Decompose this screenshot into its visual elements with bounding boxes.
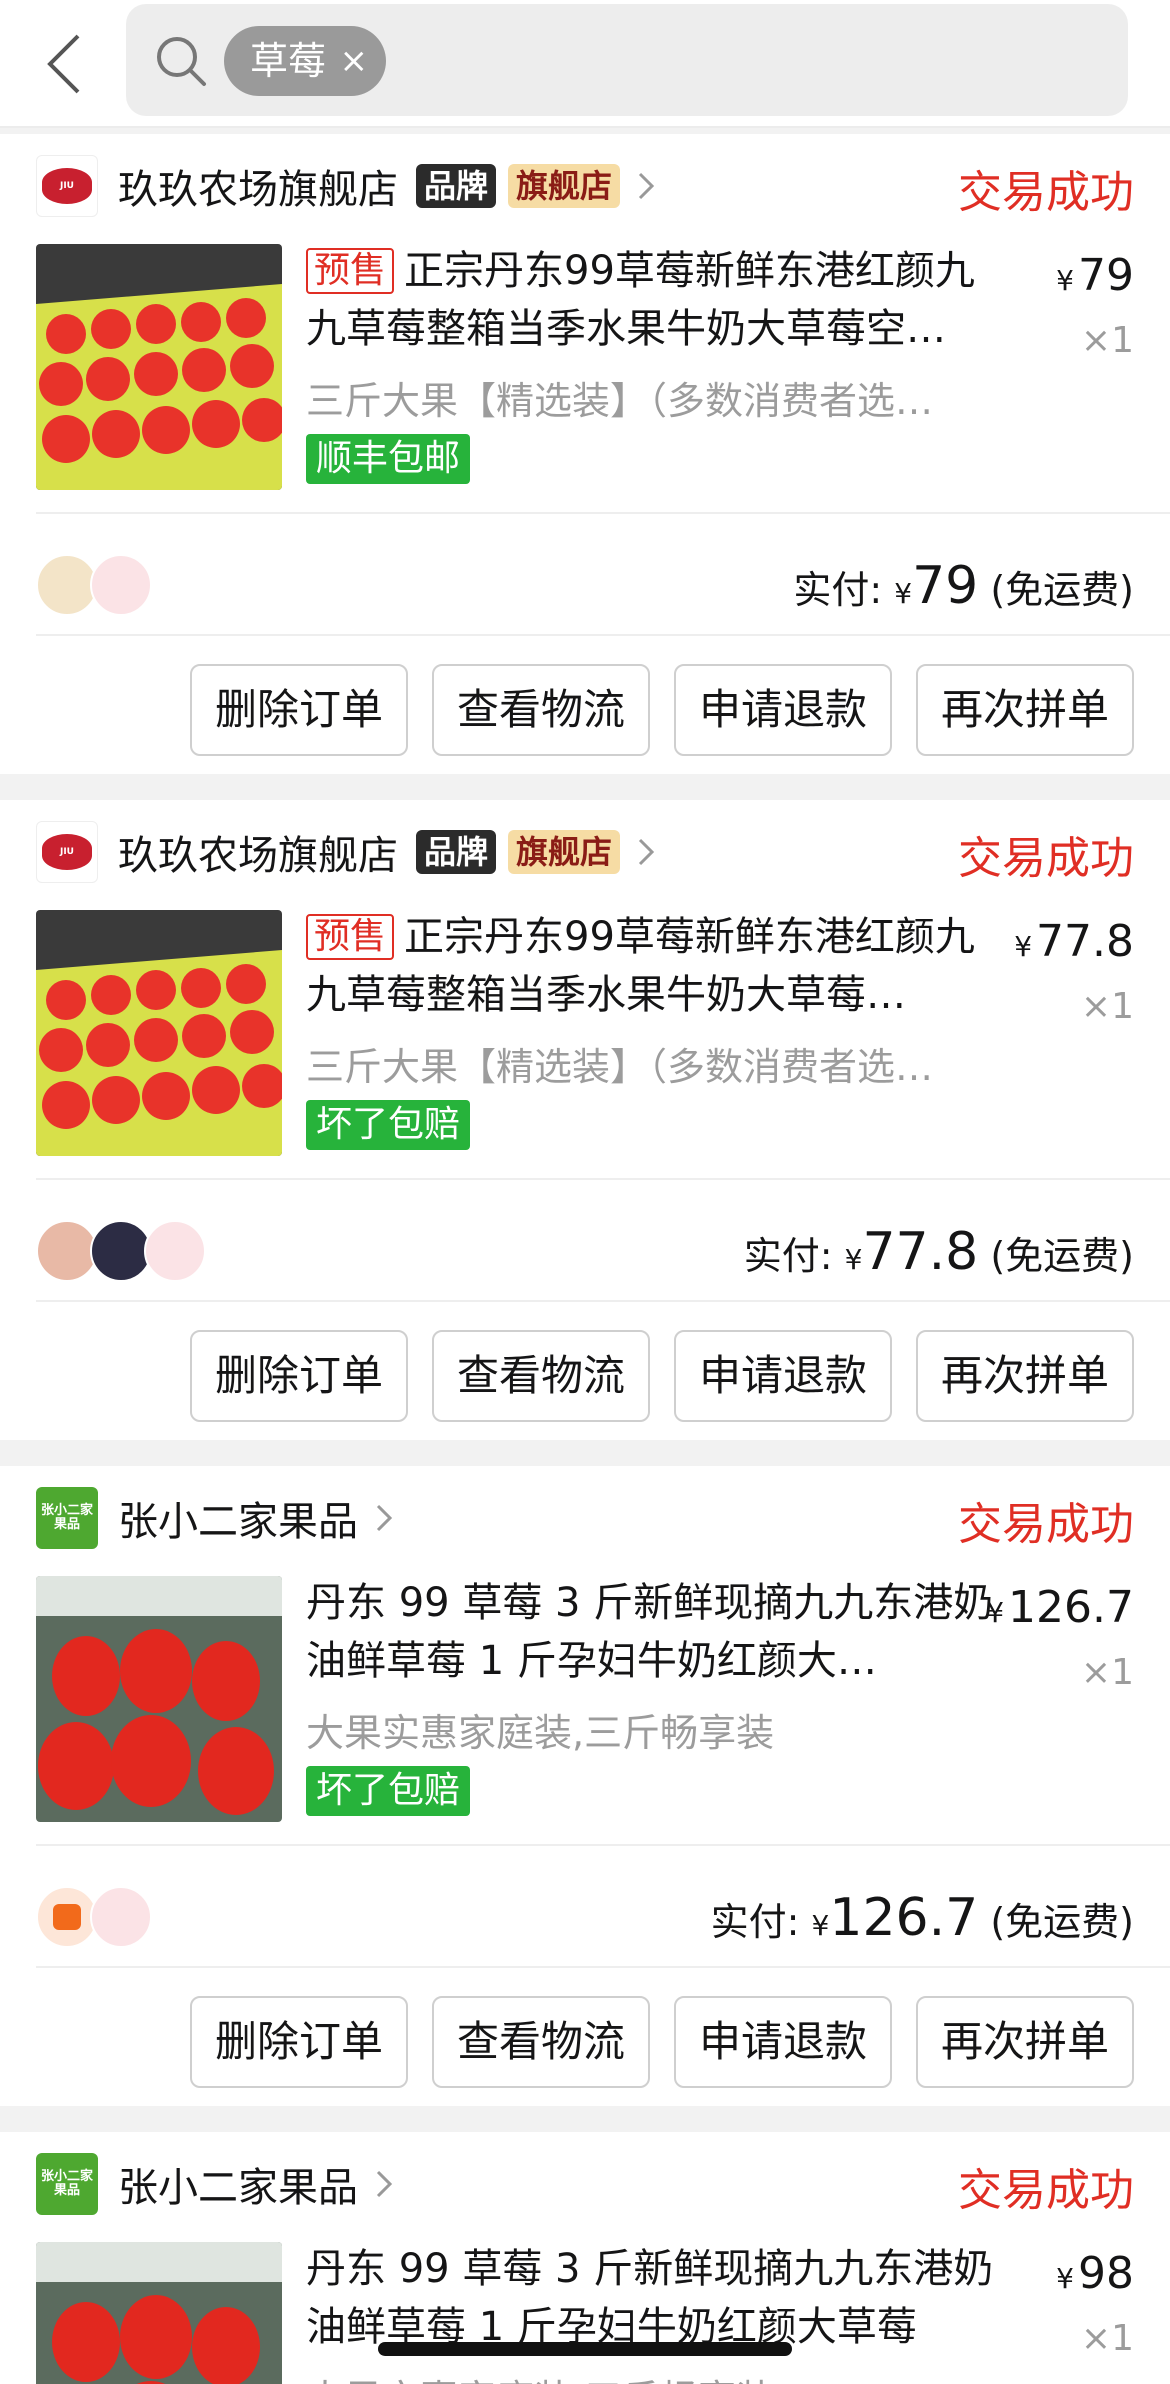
search-icon: [157, 37, 206, 86]
clear-keyword-icon[interactable]: ×: [340, 26, 369, 96]
view-logistics-button[interactable]: 查看物流: [432, 664, 650, 756]
service-tag: 坏了包赔: [306, 1766, 471, 1816]
search-keyword: 草莓: [250, 39, 327, 83]
order-status: 交易成功: [958, 1499, 1134, 1550]
divider: [36, 512, 1170, 514]
product-image[interactable]: [36, 1576, 282, 1822]
divider: [36, 634, 1170, 636]
product-spec: 三斤大果【精选装】（多数消费者选…: [306, 379, 934, 423]
avatar: [90, 554, 152, 616]
request-refund-button[interactable]: 申请退款: [674, 1996, 892, 2088]
reorder-button[interactable]: 再次拼单: [916, 664, 1134, 756]
request-refund-button[interactable]: 申请退款: [674, 1330, 892, 1422]
order-status: 交易成功: [958, 2165, 1134, 2216]
order-status: 交易成功: [958, 167, 1134, 218]
request-refund-button[interactable]: 申请退款: [674, 664, 892, 756]
chevron-right-icon: [376, 1504, 393, 1532]
avatar: [36, 554, 98, 616]
chevron-left-icon: [47, 34, 80, 94]
service-tag: 顺丰包邮: [306, 434, 471, 484]
delete-order-button[interactable]: 删除订单: [190, 1330, 408, 1422]
shop-name: 张小二家果品: [118, 1499, 358, 1545]
product-image[interactable]: [36, 244, 282, 490]
unit-price: ¥79: [1056, 250, 1134, 301]
product-image[interactable]: [36, 910, 282, 1156]
quantity: ×1: [1080, 1652, 1134, 1693]
top-bar: 草莓 ×: [0, 0, 1170, 128]
shop-header[interactable]: JIU 玖玖农场旗舰店 品牌 旗舰店: [36, 820, 660, 884]
reorder-button[interactable]: 再次拼单: [916, 1996, 1134, 2088]
unit-price: ¥77.8: [1014, 916, 1134, 967]
shop-logo: JIU: [36, 821, 98, 883]
quantity: ×1: [1080, 320, 1134, 361]
shop-name: 玖玖农场旗舰店: [118, 833, 398, 879]
chevron-right-icon: [638, 172, 655, 200]
product-image[interactable]: [36, 2242, 282, 2384]
product-spec: 大果实惠家庭装,三斤畅享装: [306, 1711, 775, 1755]
brand-badge: 品牌: [416, 830, 497, 874]
flagship-badge: 旗舰店: [508, 830, 621, 874]
product-title[interactable]: 预售 正宗丹东99草莓新鲜东港红颜九九草莓整箱当季水果牛奶大草莓空…: [306, 242, 1006, 358]
view-logistics-button[interactable]: 查看物流: [432, 1996, 650, 2088]
order-actions: 删除订单 查看物流 申请退款 再次拼单: [166, 1330, 1134, 1422]
paid-amount: 实付: ¥79 (免运费): [793, 556, 1134, 616]
divider: [36, 1178, 1170, 1180]
product-spec: 大果实惠家庭装,三斤畅享装: [306, 2368, 1006, 2384]
shop-name: 张小二家果品: [118, 2165, 358, 2211]
quantity: ×1: [1080, 986, 1134, 1027]
avatar: [90, 1220, 152, 1282]
brand-badge: 品牌: [416, 164, 497, 208]
unit-price: ¥98: [1056, 2248, 1134, 2299]
avatar: [90, 1886, 152, 1948]
avatar: [144, 1220, 206, 1282]
delete-order-button[interactable]: 删除订单: [190, 664, 408, 756]
chevron-right-icon: [376, 2170, 393, 2198]
paid-amount: 实付: ¥126.7 (免运费): [710, 1888, 1134, 1948]
order-status: 交易成功: [958, 833, 1134, 884]
shop-logo: JIU: [36, 155, 98, 217]
divider: [36, 1966, 1170, 1968]
shop-header[interactable]: JIU 玖玖农场旗舰店 品牌 旗舰店: [36, 154, 660, 218]
avatar: [36, 1886, 98, 1948]
product-title[interactable]: 预售 正宗丹东99草莓新鲜东港红颜九九草莓整箱当季水果牛奶大草莓…: [306, 908, 1006, 1024]
quantity: ×1: [1080, 2318, 1134, 2359]
shop-header[interactable]: 张小二家果品 张小二家果品: [36, 1486, 398, 1550]
shopping-bag-icon: [53, 1904, 81, 1930]
divider: [36, 1300, 1170, 1302]
group-avatars: [36, 554, 152, 618]
order-actions: 删除订单 查看物流 申请退款 再次拼单: [166, 664, 1134, 756]
product-spec: 三斤大果【精选装】（多数消费者选…: [306, 1045, 934, 1089]
service-tag: 坏了包赔: [306, 1100, 471, 1150]
shop-logo: 张小二家果品: [36, 2153, 98, 2215]
shop-logo: 张小二家果品: [36, 1487, 98, 1549]
paid-amount: 实付: ¥77.8 (免运费): [743, 1222, 1134, 1282]
order-card: 张小二家果品 张小二家果品 交易成功 丹东 99 草莓 3 斤新鲜现摘九九东港奶…: [0, 1466, 1170, 2106]
order-actions: 删除订单 查看物流 申请退款 再次拼单: [166, 1996, 1134, 2088]
divider: [36, 1844, 1170, 1846]
back-button[interactable]: [34, 28, 94, 100]
presale-badge: 预售: [306, 248, 395, 294]
unit-price: ¥126.7: [986, 1582, 1134, 1633]
shop-name: 玖玖农场旗舰店: [118, 167, 398, 213]
search-keyword-chip[interactable]: 草莓 ×: [224, 26, 387, 96]
order-card: JIU 玖玖农场旗舰店 品牌 旗舰店 交易成功 预售 正宗丹东99草莓新鲜东港红颜…: [0, 134, 1170, 774]
shop-header[interactable]: 张小二家果品 张小二家果品: [36, 2152, 398, 2216]
search-bar[interactable]: 草莓 ×: [126, 4, 1128, 116]
product-title[interactable]: 丹东 99 草莓 3 斤新鲜现摘九九东港奶油鲜草莓 1 斤孕妇牛奶红颜大…: [306, 1574, 1006, 1690]
avatar: [36, 1220, 98, 1282]
product-title[interactable]: 丹东 99 草莓 3 斤新鲜现摘九九东港奶油鲜草莓 1 斤孕妇牛奶红颜大草莓: [306, 2240, 1006, 2356]
order-card: JIU 玖玖农场旗舰店 品牌 旗舰店 交易成功 预售 正宗丹东99草莓新鲜东港红颜…: [0, 800, 1170, 1440]
flagship-badge: 旗舰店: [508, 164, 621, 208]
view-logistics-button[interactable]: 查看物流: [432, 1330, 650, 1422]
group-avatars: [36, 1886, 152, 1950]
delete-order-button[interactable]: 删除订单: [190, 1996, 408, 2088]
chevron-right-icon: [638, 838, 655, 866]
reorder-button[interactable]: 再次拼单: [916, 1330, 1134, 1422]
home-indicator: [378, 2342, 792, 2356]
group-avatars: [36, 1220, 206, 1284]
presale-badge: 预售: [306, 914, 395, 960]
